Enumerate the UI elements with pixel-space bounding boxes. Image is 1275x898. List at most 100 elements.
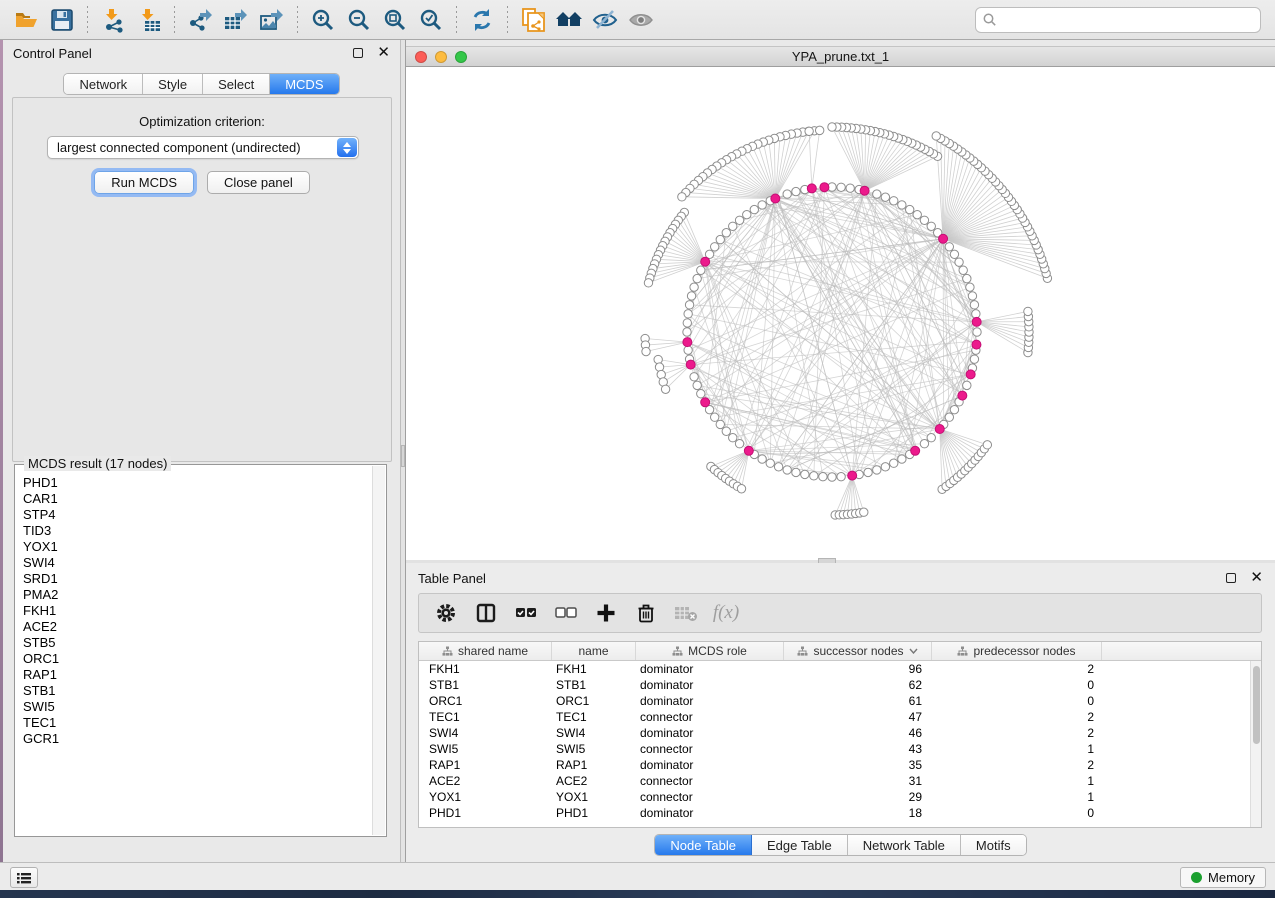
mcds-result-item[interactable]: STB1 (23, 683, 372, 699)
memory-button[interactable]: Memory (1180, 867, 1266, 888)
graph-node[interactable] (684, 310, 692, 318)
tab-select[interactable]: Select (203, 74, 270, 94)
graph-node[interactable] (693, 381, 701, 389)
graph-node[interactable] (678, 193, 686, 201)
graph-node[interactable] (881, 193, 889, 201)
mcds-result-item[interactable]: PHD1 (23, 475, 372, 491)
column-layout-icon[interactable] (471, 598, 501, 628)
mcds-hub-node[interactable] (972, 317, 981, 326)
graph-node[interactable] (973, 328, 981, 336)
graph-node[interactable] (697, 266, 705, 274)
zoom-fit-icon[interactable] (379, 4, 411, 36)
graph-node[interactable] (654, 355, 662, 363)
table-row[interactable]: SWI4SWI4dominator462 (419, 725, 1250, 741)
graph-node[interactable] (932, 132, 940, 140)
graph-node[interactable] (783, 466, 791, 474)
graph-node[interactable] (864, 468, 872, 476)
hide-graphics-eye-icon[interactable] (589, 4, 621, 36)
mcds-hub-node[interactable] (958, 391, 967, 400)
graph-node[interactable] (729, 222, 737, 230)
graph-node[interactable] (815, 126, 823, 134)
graph-node[interactable] (970, 301, 978, 309)
graph-node[interactable] (729, 434, 737, 442)
import-network-icon[interactable] (97, 4, 129, 36)
tab-motifs[interactable]: Motifs (961, 835, 1026, 855)
mcds-hub-node[interactable] (771, 194, 780, 203)
mcds-result-item[interactable]: FKH1 (23, 603, 372, 619)
mcds-result-item[interactable]: ACE2 (23, 619, 372, 635)
close-panel-button[interactable]: Close panel (207, 171, 310, 194)
unselect-all-columns-icon[interactable] (551, 598, 581, 628)
graph-node[interactable] (927, 434, 935, 442)
table-scrollbar[interactable] (1250, 661, 1261, 827)
show-home-icon[interactable] (553, 4, 585, 36)
graph-node[interactable] (722, 229, 730, 237)
graph-node[interactable] (810, 472, 818, 480)
graph-node[interactable] (873, 466, 881, 474)
graph-node[interactable] (898, 455, 906, 463)
import-table-icon[interactable] (133, 4, 165, 36)
column-header-shared-name[interactable]: shared name (419, 642, 552, 660)
result-list-scrollbar[interactable] (372, 466, 385, 835)
table-row[interactable]: YOX1YOX1connector291 (419, 789, 1250, 805)
mcds-result-item[interactable]: GCR1 (23, 731, 372, 747)
graph-node[interactable] (846, 184, 854, 192)
mcds-hub-node[interactable] (848, 471, 857, 480)
export-table-icon[interactable] (220, 4, 252, 36)
graph-node[interactable] (837, 473, 845, 481)
column-header-MCDS-role[interactable]: MCDS role (636, 642, 784, 660)
graph-node[interactable] (950, 250, 958, 258)
table-row[interactable]: PHD1PHD1dominator180 (419, 805, 1250, 821)
apply-layout-icon[interactable] (466, 4, 498, 36)
column-header-predecessor-nodes[interactable]: predecessor nodes (932, 642, 1102, 660)
graph-node[interactable] (945, 243, 953, 251)
graph-node[interactable] (966, 283, 974, 291)
tab-edge-table[interactable]: Edge Table (752, 835, 848, 855)
column-header-name[interactable]: name (552, 642, 636, 660)
table-row[interactable]: FKH1FKH1dominator962 (419, 661, 1250, 677)
graph-node[interactable] (758, 455, 766, 463)
tab-node-table[interactable]: Node Table (655, 835, 752, 855)
graph-node[interactable] (687, 292, 695, 300)
mcds-result-item[interactable]: STP4 (23, 507, 372, 523)
graph-node[interactable] (1024, 307, 1032, 315)
mcds-hub-node[interactable] (701, 398, 710, 407)
graph-node[interactable] (963, 274, 971, 282)
create-column-icon[interactable] (591, 598, 621, 628)
graph-node[interactable] (805, 127, 813, 135)
graph-node[interactable] (750, 205, 758, 213)
graph-node[interactable] (735, 440, 743, 448)
graph-node[interactable] (737, 485, 745, 493)
clone-network-icon[interactable] (517, 4, 549, 36)
mcds-hub-node[interactable] (744, 446, 753, 455)
table-row[interactable]: STB1STB1dominator620 (419, 677, 1250, 693)
mcds-hub-node[interactable] (966, 370, 975, 379)
table-row[interactable]: SWI5SWI5connector431 (419, 741, 1250, 757)
graph-node[interactable] (963, 381, 971, 389)
graph-node[interactable] (683, 328, 691, 336)
graph-node[interactable] (890, 197, 898, 205)
delete-columns-icon[interactable] (631, 598, 661, 628)
mcds-result-item[interactable]: ORC1 (23, 651, 372, 667)
mcds-result-item[interactable]: PMA2 (23, 587, 372, 603)
select-all-columns-icon[interactable] (511, 598, 541, 628)
mcds-hub-node[interactable] (911, 446, 920, 455)
mcds-hub-node[interactable] (701, 257, 710, 266)
graph-node[interactable] (758, 201, 766, 209)
mcds-hub-node[interactable] (935, 425, 944, 434)
graph-node[interactable] (837, 183, 845, 191)
mcds-result-item[interactable]: YOX1 (23, 539, 372, 555)
graph-node[interactable] (693, 274, 701, 282)
graph-node[interactable] (801, 470, 809, 478)
table-row[interactable]: TEC1TEC1connector472 (419, 709, 1250, 725)
mcds-hub-node[interactable] (807, 184, 816, 193)
graph-node[interactable] (927, 222, 935, 230)
table-row[interactable]: ACE2ACE2connector311 (419, 773, 1250, 789)
graph-node[interactable] (890, 459, 898, 467)
mcds-result-item[interactable]: SWI4 (23, 555, 372, 571)
graph-node[interactable] (970, 355, 978, 363)
graph-node[interactable] (792, 187, 800, 195)
graph-node[interactable] (983, 441, 991, 449)
zoom-in-icon[interactable] (307, 4, 339, 36)
search-field[interactable] (975, 7, 1261, 33)
